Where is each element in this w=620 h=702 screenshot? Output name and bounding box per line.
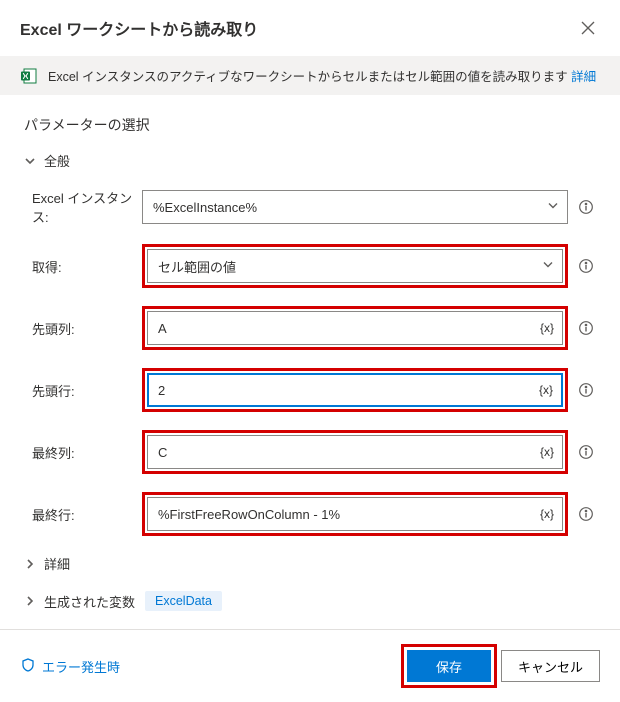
chevron-down-icon: [24, 155, 36, 167]
chevron-right-icon: [24, 558, 36, 570]
close-icon: [581, 21, 595, 35]
retrieve-select[interactable]: セル範囲の値: [147, 249, 563, 283]
excel-instance-value: %ExcelInstance%: [153, 200, 557, 215]
info-icon[interactable]: [576, 258, 596, 274]
retrieve-value: セル範囲の値: [158, 257, 552, 276]
end-row-value: %FirstFreeRowOnColumn - 1%: [158, 507, 552, 522]
variable-token-icon[interactable]: {x}: [540, 507, 554, 521]
cancel-button[interactable]: キャンセル: [501, 650, 600, 682]
start-row-input[interactable]: 2 {x}: [147, 373, 563, 407]
info-icon[interactable]: [576, 444, 596, 460]
advanced-expander[interactable]: 詳細: [24, 554, 596, 573]
chevron-right-icon: [24, 595, 36, 607]
excel-instance-select[interactable]: %ExcelInstance%: [142, 190, 568, 224]
details-link[interactable]: 詳細: [571, 70, 596, 84]
variable-token-icon[interactable]: {x}: [539, 383, 553, 397]
on-error-link[interactable]: エラー発生時: [20, 657, 120, 676]
generated-vars-label: 生成された変数: [44, 592, 135, 611]
general-label: 全般: [44, 151, 70, 170]
generated-var-pill[interactable]: ExcelData: [145, 591, 222, 611]
info-icon[interactable]: [576, 199, 596, 215]
end-column-label: 最終列:: [32, 443, 134, 462]
excel-instance-label: Excel インスタンス:: [32, 188, 134, 226]
variable-token-icon[interactable]: {x}: [540, 321, 554, 335]
on-error-label: エラー発生時: [42, 657, 120, 676]
info-icon[interactable]: [576, 382, 596, 398]
chevron-down-icon: [547, 200, 559, 215]
shield-icon: [20, 657, 36, 676]
chevron-down-icon: [542, 259, 554, 274]
end-column-input[interactable]: C {x}: [147, 435, 563, 469]
start-row-value: 2: [158, 383, 552, 398]
start-row-label: 先頭行:: [32, 381, 134, 400]
start-column-label: 先頭列:: [32, 319, 134, 338]
retrieve-label: 取得:: [32, 257, 134, 276]
end-row-label: 最終行:: [32, 505, 134, 524]
end-column-value: C: [158, 445, 552, 460]
general-expander[interactable]: 全般: [24, 151, 596, 170]
info-text: Excel インスタンスのアクティブなワークシートからセルまたはセル範囲の値を読…: [48, 66, 596, 85]
start-column-input[interactable]: A {x}: [147, 311, 563, 345]
dialog-title: Excel ワークシートから読み取り: [20, 16, 258, 40]
save-button[interactable]: 保存: [407, 650, 491, 682]
variable-token-icon[interactable]: {x}: [540, 445, 554, 459]
parameters-title: パラメーターの選択: [24, 115, 596, 135]
excel-icon: [20, 67, 38, 85]
advanced-label: 詳細: [44, 554, 70, 573]
info-icon[interactable]: [576, 320, 596, 336]
end-row-input[interactable]: %FirstFreeRowOnColumn - 1% {x}: [147, 497, 563, 531]
info-text-body: Excel インスタンスのアクティブなワークシートからセルまたはセル範囲の値を読…: [48, 70, 571, 84]
info-banner: Excel インスタンスのアクティブなワークシートからセルまたはセル範囲の値を読…: [0, 56, 620, 95]
close-button[interactable]: [576, 16, 600, 40]
start-column-value: A: [158, 321, 552, 336]
info-icon[interactable]: [576, 506, 596, 522]
generated-vars-expander[interactable]: 生成された変数: [24, 592, 135, 611]
